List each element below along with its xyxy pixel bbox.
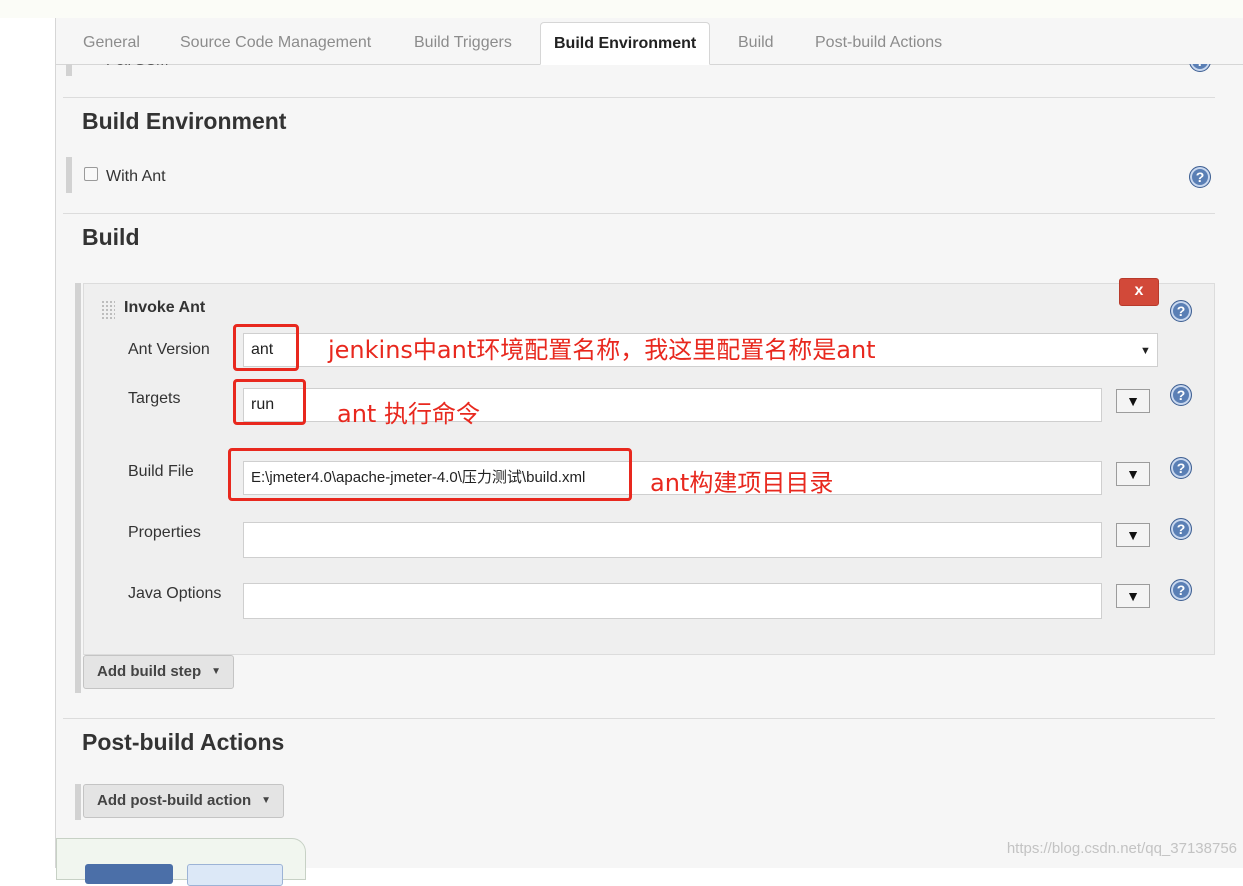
invoke-ant-help-icon[interactable]: ? <box>1170 300 1192 322</box>
save-button[interactable] <box>85 864 173 884</box>
add-build-step-button[interactable]: Add build step ▼ <box>83 655 234 689</box>
java-options-expand-button[interactable]: ▼ <box>1116 584 1150 608</box>
java-options-label: Java Options <box>128 585 222 602</box>
drag-handle-icon[interactable] <box>101 300 115 320</box>
properties-input[interactable] <box>243 522 1102 558</box>
targets-label: Targets <box>128 390 181 407</box>
caret-down-icon: ▼ <box>211 666 221 677</box>
with-ant-help-icon[interactable]: ? <box>1189 166 1211 188</box>
save-apply-bar <box>56 838 306 886</box>
with-ant-checkbox[interactable] <box>84 167 98 181</box>
tab-post-build-actions[interactable]: Post-build Actions <box>815 34 942 52</box>
add-post-build-action-button[interactable]: Add post-build action ▼ <box>83 784 284 818</box>
properties-label: Properties <box>128 524 201 541</box>
targets-expand-button[interactable]: ▼ <box>1116 389 1150 413</box>
build-file-label: Build File <box>128 463 194 480</box>
divider <box>63 718 1215 719</box>
highlight-box-build-file <box>228 448 632 501</box>
config-panel: General Source Code Management Build Tri… <box>55 18 1243 886</box>
left-gutter <box>0 18 55 868</box>
poll-scm-bar <box>66 64 72 76</box>
top-strip <box>0 0 1243 19</box>
tab-build-environment[interactable]: Build Environment <box>540 22 711 65</box>
highlight-box-ant-version <box>233 324 299 371</box>
java-options-help-icon[interactable]: ? <box>1170 579 1192 601</box>
chevron-down-icon: ▼ <box>1140 345 1151 357</box>
post-build-bar <box>75 784 81 820</box>
caret-down-icon: ▼ <box>261 795 271 806</box>
ant-version-label: Ant Version <box>128 341 210 358</box>
properties-expand-button[interactable]: ▼ <box>1116 523 1150 547</box>
with-ant-label: With Ant <box>106 168 166 185</box>
build-step-bar <box>75 283 81 693</box>
add-build-step-label: Add build step <box>97 663 202 680</box>
section-title-post-build-actions: Post-build Actions <box>82 729 285 755</box>
java-options-input[interactable] <box>243 583 1102 619</box>
tab-source-code-management[interactable]: Source Code Management <box>180 34 371 52</box>
tab-general[interactable]: General <box>83 34 140 52</box>
tab-bar: General Source Code Management Build Tri… <box>56 18 1243 65</box>
build-file-expand-button[interactable]: ▼ <box>1116 462 1150 486</box>
with-ant-bar <box>66 157 72 193</box>
add-post-build-action-label: Add post-build action <box>97 792 252 809</box>
build-file-help-icon[interactable]: ? <box>1170 457 1192 479</box>
annotation-build-file: ant构建项目目录 <box>650 469 834 497</box>
highlight-box-targets <box>233 379 306 425</box>
delete-step-button[interactable]: x <box>1119 278 1159 306</box>
section-title-build: Build <box>82 224 140 250</box>
targets-help-icon[interactable]: ? <box>1170 384 1192 406</box>
tab-build-triggers[interactable]: Build Triggers <box>414 34 512 52</box>
apply-button[interactable] <box>187 864 283 886</box>
properties-help-icon[interactable]: ? <box>1170 518 1192 540</box>
divider <box>63 97 1215 98</box>
tab-build[interactable]: Build <box>738 34 774 52</box>
divider <box>63 213 1215 214</box>
section-title-build-environment: Build Environment <box>82 108 287 134</box>
annotation-ant-version: jenkins中ant环境配置名称，我这里配置名称是ant <box>328 336 876 364</box>
invoke-ant-title: Invoke Ant <box>124 299 206 316</box>
annotation-targets: ant 执行命令 <box>337 400 480 428</box>
watermark: https://blog.csdn.net/qq_37138756 <box>1006 840 1237 857</box>
